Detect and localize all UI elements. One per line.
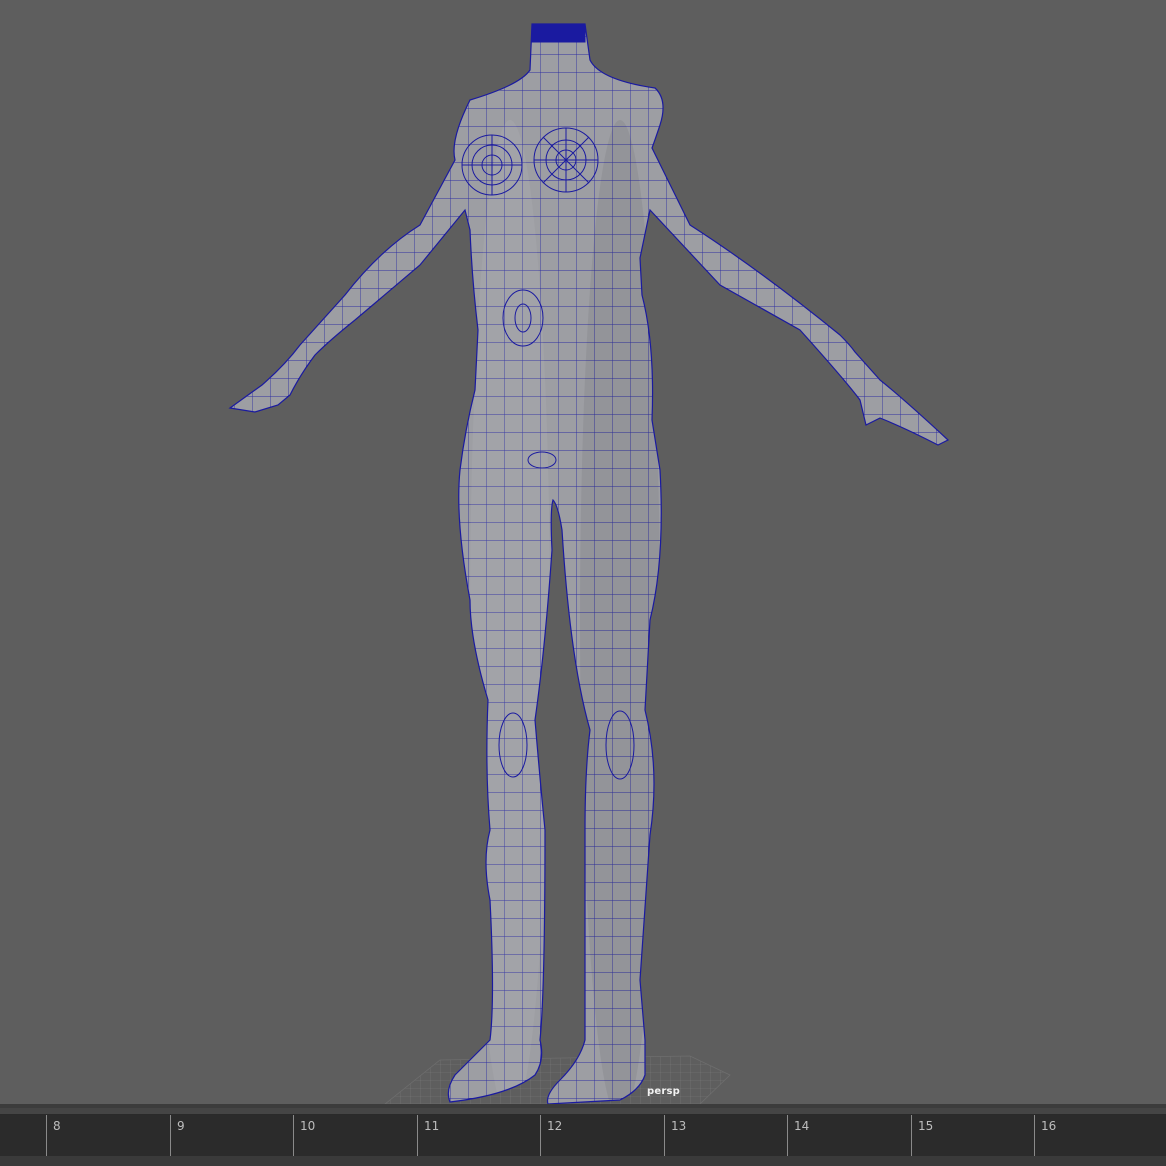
frame-tick [170,1115,171,1156]
frame-number-label: 13 [671,1119,687,1133]
frame-tick [46,1115,47,1156]
frame-tick [787,1115,788,1156]
frame-number-label: 16 [1041,1119,1057,1133]
frame-number-label: 10 [300,1119,316,1133]
camera-name-label: persp [647,1086,680,1097]
time-ruler[interactable]: 8 9 10 11 12 13 14 15 16 [0,1115,1166,1156]
time-slider-top-strip [0,1108,1166,1115]
viewport-perspective[interactable]: persp [0,0,1166,1104]
frame-number-label: 14 [794,1119,810,1133]
time-slider-bottom-strip [0,1156,1166,1166]
frame-tick [540,1115,541,1156]
frame-tick [1034,1115,1035,1156]
time-slider[interactable]: 8 9 10 11 12 13 14 15 16 [0,1104,1166,1166]
frame-number-label: 12 [547,1119,563,1133]
frame-tick [911,1115,912,1156]
frame-tick [664,1115,665,1156]
frame-number-label: 15 [918,1119,934,1133]
frame-tick [293,1115,294,1156]
frame-number-label: 11 [424,1119,440,1133]
character-mesh [229,23,949,1104]
frame-tick [417,1115,418,1156]
viewport-scene [229,23,949,1104]
frame-number-label: 9 [177,1119,185,1133]
frame-number-label: 8 [53,1119,61,1133]
